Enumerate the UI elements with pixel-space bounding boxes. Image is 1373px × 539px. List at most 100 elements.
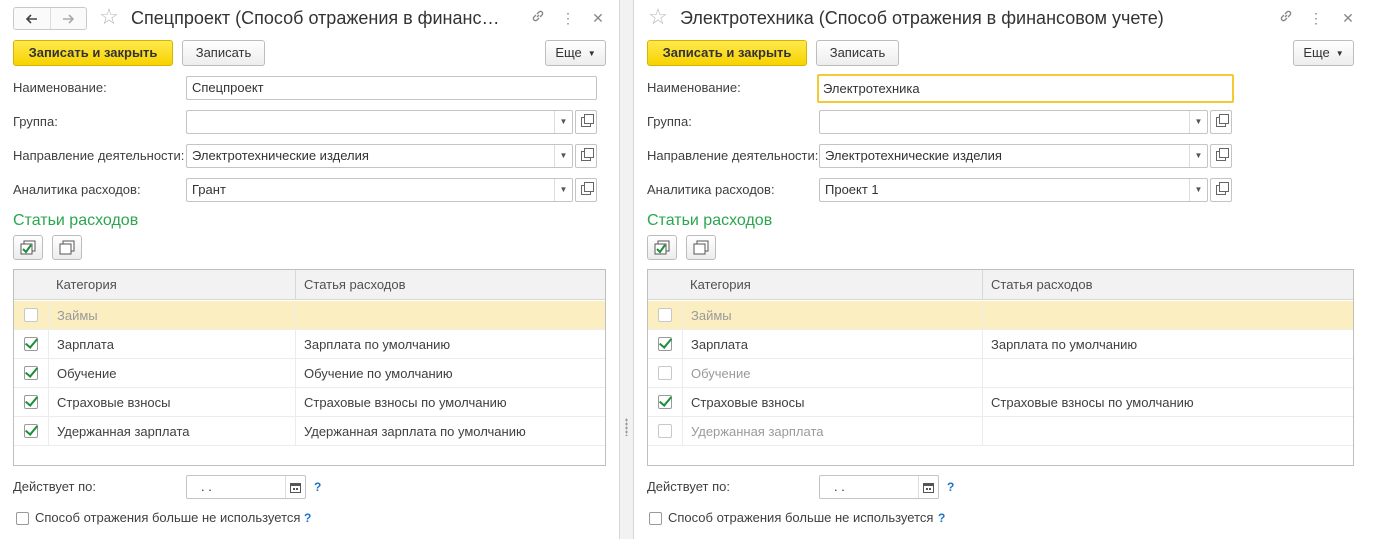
item-cell: Обучение по умолчанию	[295, 359, 605, 388]
save-and-close-button[interactable]: Записать и закрыть	[647, 40, 807, 66]
check-all-button[interactable]	[647, 235, 677, 260]
open-direction-button[interactable]	[575, 144, 597, 168]
direction-field[interactable]: Электротехнические изделия ▼	[819, 144, 1208, 168]
row-checkbox[interactable]	[24, 424, 38, 438]
uncheck-all-icon	[59, 240, 75, 254]
dropdown-chevron-icon[interactable]: ▼	[554, 111, 572, 133]
table-row[interactable]: Обучение Обучение по умолчанию	[14, 359, 605, 388]
check-all-button[interactable]	[13, 235, 43, 260]
table-row[interactable]: Займы	[14, 301, 605, 330]
help-icon[interactable]: ?	[947, 477, 954, 497]
table-row[interactable]: Зарплата Зарплата по умолчанию	[14, 330, 605, 359]
row-checkbox[interactable]	[658, 395, 672, 409]
dropdown-chevron-icon[interactable]: ▼	[554, 145, 572, 167]
direction-field[interactable]: Электротехнические изделия ▼	[186, 144, 573, 168]
row-checkbox[interactable]	[658, 424, 672, 438]
category-cell: Страховые взносы	[48, 388, 295, 417]
item-cell: Страховые взносы по умолчанию	[295, 388, 605, 417]
open-analytics-button[interactable]	[1210, 178, 1232, 202]
row-checkbox[interactable]	[658, 337, 672, 351]
row-checkbox[interactable]	[24, 366, 38, 380]
analytics-field[interactable]: Проект 1 ▼	[819, 178, 1208, 202]
category-cell: Зарплата	[682, 330, 982, 359]
unused-checkbox[interactable]	[16, 512, 29, 525]
unused-label: Способ отражения больше не используется	[35, 510, 301, 525]
section-title: Статьи расходов	[13, 212, 139, 229]
row-checkbox[interactable]	[658, 308, 672, 322]
valid-until-field[interactable]: . .	[186, 475, 306, 499]
help-icon[interactable]: ?	[304, 508, 311, 528]
row-checkbox[interactable]	[24, 337, 38, 351]
uncheck-all-button[interactable]	[686, 235, 716, 260]
table-row[interactable]: Обучение	[648, 359, 1353, 388]
table-row[interactable]: Зарплата Зарплата по умолчанию	[648, 330, 1353, 359]
item-cell: Удержанная зарплата по умолчанию	[295, 417, 605, 446]
table-header: Категория Статья расходов	[648, 270, 1353, 300]
unused-checkbox[interactable]	[649, 512, 662, 525]
dropdown-chevron-icon[interactable]: ▼	[1189, 179, 1207, 201]
category-cell: Займы	[682, 301, 982, 330]
more-button[interactable]: Еще ▼	[545, 40, 606, 66]
help-icon[interactable]: ?	[938, 508, 945, 528]
left-form-window: ☆ Спецпроект (Способ отражения в финанс……	[0, 0, 620, 539]
calendar-icon[interactable]	[918, 476, 938, 498]
link-icon[interactable]	[528, 8, 548, 28]
more-vertical-icon[interactable]: ⋮	[558, 8, 578, 28]
more-button[interactable]: Еще ▼	[1293, 40, 1354, 66]
column-category[interactable]: Категория	[682, 270, 982, 300]
dropdown-chevron-icon[interactable]: ▼	[1189, 111, 1207, 133]
category-cell: Страховые взносы	[682, 388, 982, 417]
column-category[interactable]: Категория	[48, 270, 295, 300]
favorite-star-icon[interactable]: ☆	[97, 5, 121, 29]
unused-label: Способ отражения больше не используется	[668, 510, 934, 525]
group-field[interactable]: ▼	[186, 110, 573, 134]
open-analytics-button[interactable]	[575, 178, 597, 202]
analytics-value: Грант	[192, 182, 226, 197]
item-cell: Зарплата по умолчанию	[295, 330, 605, 359]
dropdown-chevron-icon[interactable]: ▼	[554, 179, 572, 201]
open-icon	[581, 114, 594, 127]
dropdown-chevron-icon[interactable]: ▼	[1189, 145, 1207, 167]
save-button[interactable]: Записать	[182, 40, 265, 66]
more-vertical-icon[interactable]: ⋮	[1306, 8, 1326, 28]
back-arrow-icon[interactable]	[14, 8, 50, 29]
open-direction-button[interactable]	[1210, 144, 1232, 168]
category-cell: Удержанная зарплата	[682, 417, 982, 446]
name-label: Наименование:	[647, 80, 741, 95]
close-icon[interactable]: ✕	[588, 8, 608, 28]
splitter-grip-icon[interactable]	[625, 418, 628, 436]
row-checkbox[interactable]	[24, 308, 38, 322]
name-label: Наименование:	[13, 80, 107, 95]
column-expense-item[interactable]: Статья расходов	[982, 270, 1353, 300]
open-group-button[interactable]	[1210, 110, 1232, 134]
uncheck-all-button[interactable]	[52, 235, 82, 260]
open-group-button[interactable]	[575, 110, 597, 134]
favorite-star-icon[interactable]: ☆	[646, 5, 670, 29]
name-field[interactable]: Электротехника	[817, 74, 1234, 103]
direction-value: Электротехнические изделия	[825, 148, 1002, 163]
calendar-icon[interactable]	[285, 476, 305, 498]
save-button[interactable]: Записать	[816, 40, 899, 66]
right-form-window: ☆ Электротехника (Способ отражения в фин…	[633, 0, 1373, 539]
table-row[interactable]: Страховые взносы Страховые взносы по умо…	[14, 388, 605, 417]
table-row[interactable]: Страховые взносы Страховые взносы по умо…	[648, 388, 1353, 417]
help-icon[interactable]: ?	[314, 477, 321, 497]
table-row[interactable]: Займы	[648, 301, 1353, 330]
analytics-field[interactable]: Грант ▼	[186, 178, 573, 202]
expense-items-table: Категория Статья расходов Займы Зарплата…	[647, 269, 1354, 466]
open-icon	[1216, 148, 1229, 161]
name-field[interactable]: Спецпроект	[186, 76, 597, 100]
table-row[interactable]: Удержанная зарплата Удержанная зарплата …	[14, 417, 605, 446]
close-icon[interactable]: ✕	[1338, 8, 1358, 28]
column-expense-item[interactable]: Статья расходов	[295, 270, 605, 300]
table-row[interactable]: Удержанная зарплата	[648, 417, 1353, 446]
row-checkbox[interactable]	[658, 366, 672, 380]
splitter[interactable]	[620, 0, 633, 539]
forward-arrow-icon[interactable]	[49, 8, 87, 29]
row-checkbox[interactable]	[24, 395, 38, 409]
valid-until-field[interactable]: . .	[819, 475, 939, 499]
group-field[interactable]: ▼	[819, 110, 1208, 134]
item-cell	[295, 301, 605, 330]
save-and-close-button[interactable]: Записать и закрыть	[13, 40, 173, 66]
link-icon[interactable]	[1276, 8, 1296, 28]
